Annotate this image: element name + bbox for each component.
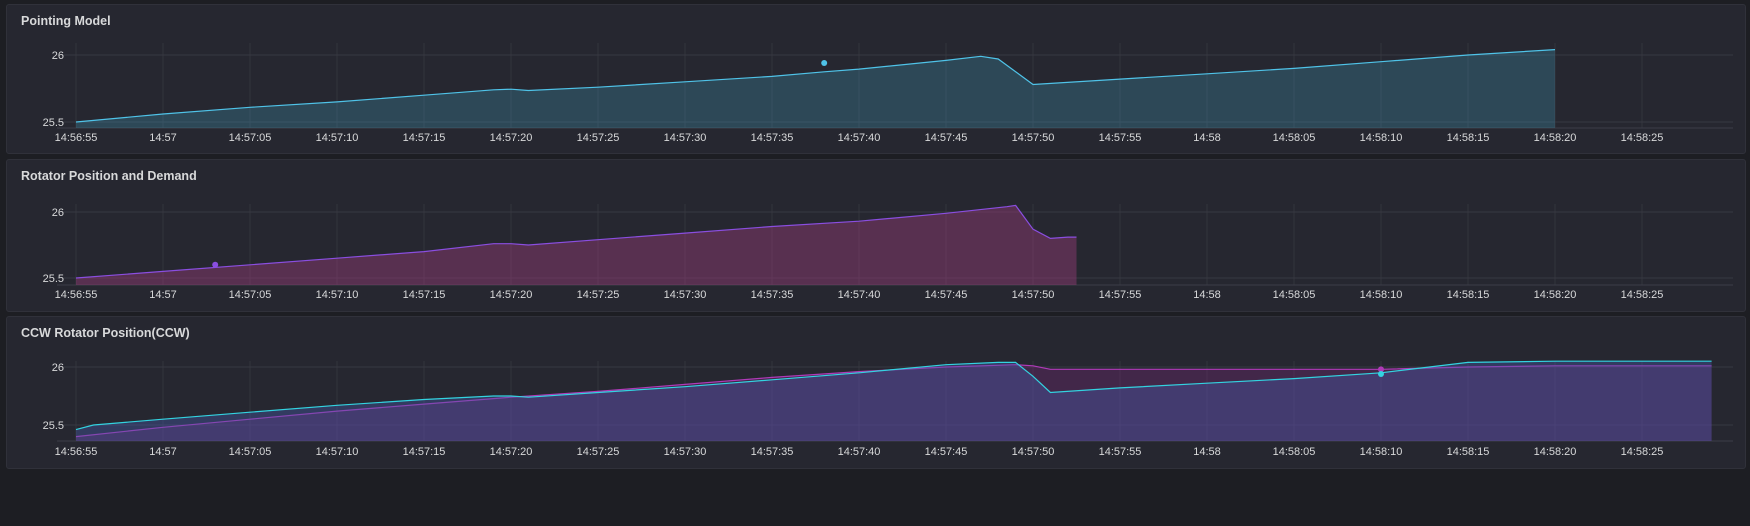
y-tick-label: 26: [52, 207, 64, 219]
x-tick-label: 14:57:25: [577, 289, 620, 301]
series-area: [76, 361, 1712, 441]
x-tick-label: 14:57:45: [925, 446, 968, 458]
x-tick-label: 14:58:20: [1534, 289, 1577, 301]
y-tick-label: 26: [52, 362, 64, 374]
x-tick-label: 14:58:20: [1534, 132, 1577, 144]
x-tick-label: 14:57:30: [664, 446, 707, 458]
y-tick-label: 25.5: [43, 273, 64, 285]
x-tick-label: 14:57:45: [925, 289, 968, 301]
chart-ccw-rotator-position[interactable]: 25.5 26 14:56:55 14:57 14:57:05 14:57:10 14:57…: [7, 317, 1747, 470]
x-tick-label: 14:57:05: [229, 132, 272, 144]
x-tick-label: 14:57:55: [1099, 446, 1142, 458]
x-tick-label: 14:57:20: [490, 289, 533, 301]
x-tick-label: 14:58:25: [1621, 446, 1664, 458]
x-tick-label: 14:57:50: [1012, 132, 1055, 144]
x-tick-label: 14:57:10: [316, 289, 359, 301]
x-tick-label: 14:58: [1193, 289, 1221, 301]
x-tick-label: 14:57:35: [751, 446, 794, 458]
x-tick-label: 14:58:05: [1273, 446, 1316, 458]
x-tick-label: 14:58:20: [1534, 446, 1577, 458]
x-tick-label: 14:58:15: [1447, 132, 1490, 144]
x-tick-label: 14:56:55: [55, 289, 98, 301]
panel-ccw-rotator-position: CCW Rotator Position(CCW) 25.5 26 14:56:55…: [6, 316, 1746, 469]
x-tick-label: 14:58:15: [1447, 289, 1490, 301]
x-tick-label: 14:58:25: [1621, 132, 1664, 144]
x-tick-label: 14:57:40: [838, 446, 881, 458]
x-tick-label: 14:57:30: [664, 289, 707, 301]
chart-pointing-model[interactable]: 25.5 26 14:56:55 14:57 14:57:05 14:57:10 14:57…: [7, 5, 1747, 155]
x-tick-label: 14:58: [1193, 132, 1221, 144]
x-tick-label: 14:58:05: [1273, 132, 1316, 144]
x-tick-label: 14:57:15: [403, 289, 446, 301]
series-area: [76, 205, 1077, 285]
x-tick-label: 14:57:55: [1099, 132, 1142, 144]
x-tick-label: 14:57:20: [490, 446, 533, 458]
x-tick-label: 14:57:15: [403, 446, 446, 458]
x-tick-label: 14:57:15: [403, 132, 446, 144]
x-tick-label: 14:57:30: [664, 132, 707, 144]
x-tick-label: 14:57:45: [925, 132, 968, 144]
x-tick-label: 14:58:10: [1360, 446, 1403, 458]
x-tick-label: 14:58:10: [1360, 132, 1403, 144]
y-tick-label: 25.5: [43, 117, 64, 129]
x-tick-label: 14:57:50: [1012, 289, 1055, 301]
x-tick-label: 14:58:05: [1273, 289, 1316, 301]
x-tick-label: 14:57:25: [577, 446, 620, 458]
y-tick-label: 25.5: [43, 420, 64, 432]
series-area: [76, 49, 1555, 128]
x-tick-label: 14:57:35: [751, 289, 794, 301]
x-tick-label: 14:57:05: [229, 446, 272, 458]
x-tick-label: 14:56:55: [55, 446, 98, 458]
x-tick-label: 14:57: [149, 132, 177, 144]
x-tick-label: 14:57:40: [838, 289, 881, 301]
x-tick-label: 14:58:25: [1621, 289, 1664, 301]
x-tick-label: 14:57:55: [1099, 289, 1142, 301]
data-point-marker[interactable]: [1378, 370, 1384, 377]
x-tick-label: 14:58:15: [1447, 446, 1490, 458]
panel-pointing-model: Pointing Model 25.5 26 14:56:55 14:57 14:57:…: [6, 4, 1746, 154]
x-tick-label: 14:57:10: [316, 446, 359, 458]
x-tick-label: 14:56:55: [55, 132, 98, 144]
chart-rotator-position-demand[interactable]: 25.5 26 14:56:55 14:57 14:57:05 14:57:10 14:57…: [7, 160, 1747, 313]
x-tick-label: 14:57:35: [751, 132, 794, 144]
x-tick-label: 14:57:25: [577, 132, 620, 144]
x-tick-label: 14:57:05: [229, 289, 272, 301]
panel-rotator-position-demand: Rotator Position and Demand 25.5 26 14:56:…: [6, 159, 1746, 312]
x-tick-label: 14:58: [1193, 446, 1221, 458]
x-tick-label: 14:57:10: [316, 132, 359, 144]
x-tick-label: 14:58:10: [1360, 289, 1403, 301]
x-tick-label: 14:57: [149, 446, 177, 458]
y-tick-label: 26: [52, 50, 64, 62]
x-tick-label: 14:57:40: [838, 132, 881, 144]
data-point-marker[interactable]: [821, 60, 828, 67]
data-point-marker[interactable]: [212, 261, 219, 268]
x-tick-label: 14:57:20: [490, 132, 533, 144]
x-tick-label: 14:57:50: [1012, 446, 1055, 458]
x-tick-label: 14:57: [149, 289, 177, 301]
